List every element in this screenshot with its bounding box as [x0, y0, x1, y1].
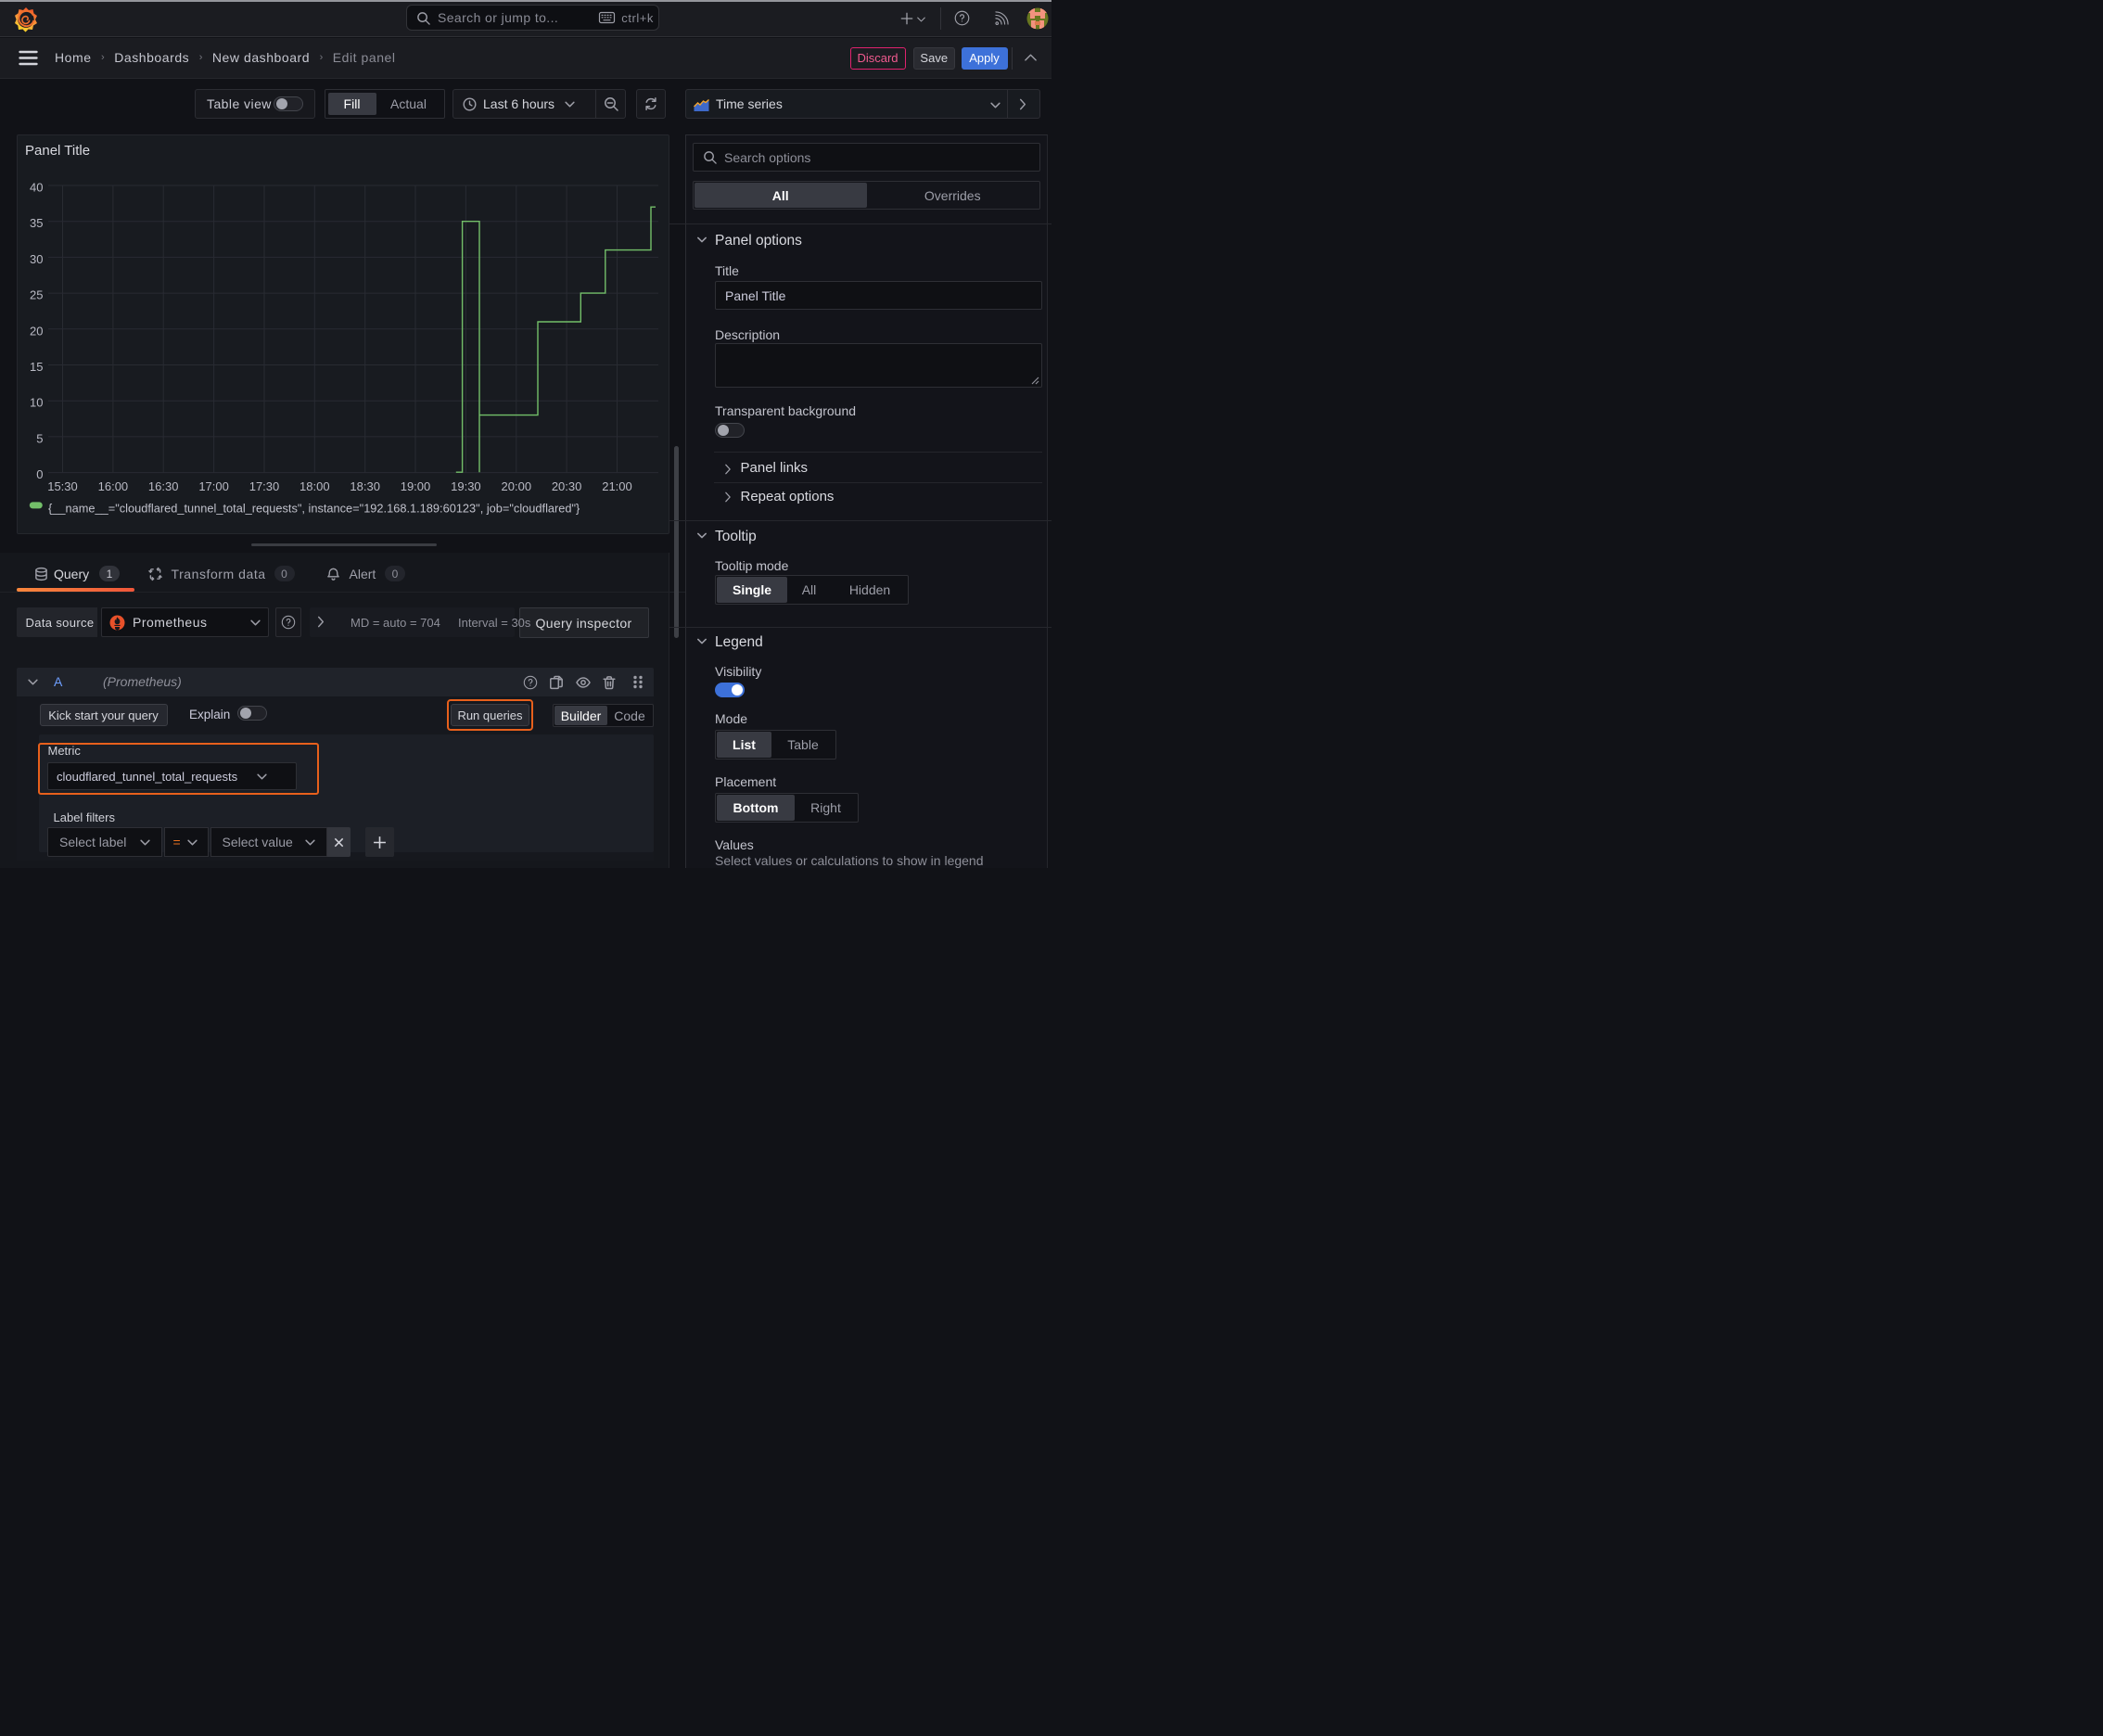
svg-text:15:30: 15:30 — [47, 479, 78, 493]
svg-text:25: 25 — [30, 288, 43, 302]
svg-text:35: 35 — [30, 216, 43, 230]
svg-text:17:00: 17:00 — [198, 479, 229, 493]
svg-text:21:00: 21:00 — [602, 479, 632, 493]
svg-text:17:30: 17:30 — [249, 479, 280, 493]
svg-text:20: 20 — [30, 324, 43, 338]
svg-text:20:30: 20:30 — [552, 479, 582, 493]
svg-text:16:00: 16:00 — [98, 479, 129, 493]
svg-text:19:30: 19:30 — [451, 479, 481, 493]
svg-text:5: 5 — [36, 431, 43, 445]
svg-text:15: 15 — [30, 360, 43, 374]
svg-text:40: 40 — [30, 181, 43, 195]
svg-text:10: 10 — [30, 396, 43, 410]
svg-text:30: 30 — [30, 252, 43, 266]
svg-text:19:00: 19:00 — [401, 479, 431, 493]
svg-text:20:00: 20:00 — [502, 479, 532, 493]
svg-text:16:30: 16:30 — [148, 479, 179, 493]
svg-text:{__name__="cloudflared_tunnel_: {__name__="cloudflared_tunnel_total_requ… — [48, 502, 580, 516]
svg-text:18:30: 18:30 — [350, 479, 380, 493]
svg-text:Panel Title: Panel Title — [25, 143, 90, 159]
svg-text:0: 0 — [36, 467, 43, 481]
svg-text:18:00: 18:00 — [300, 479, 330, 493]
